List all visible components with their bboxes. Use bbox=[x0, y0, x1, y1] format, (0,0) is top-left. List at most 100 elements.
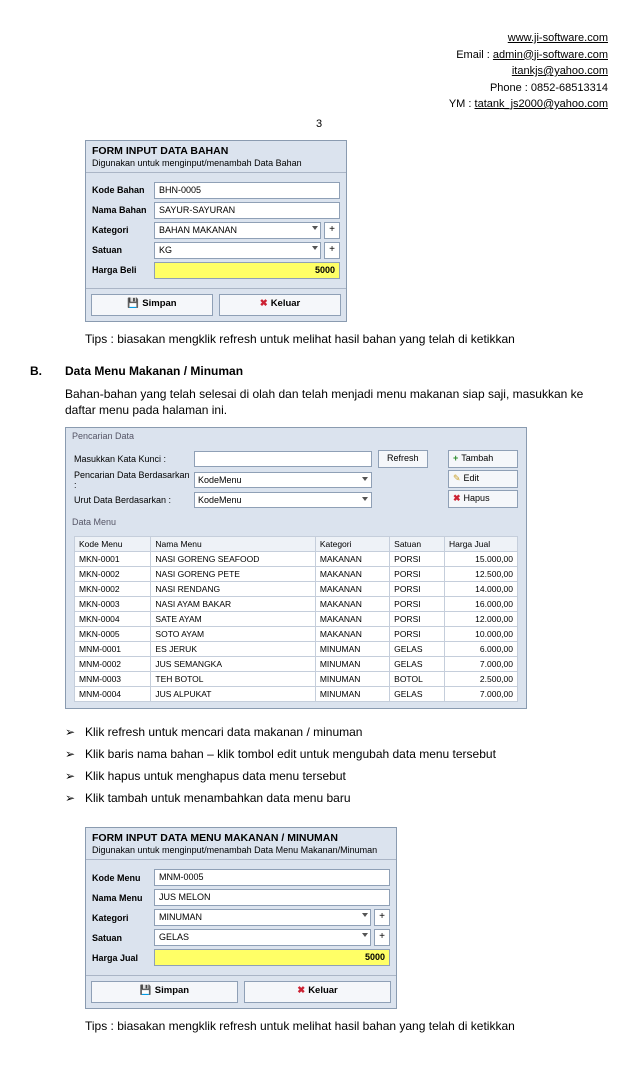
table-cell: MKN-0001 bbox=[75, 552, 151, 567]
simpan-button[interactable]: 💾Simpan bbox=[91, 294, 213, 316]
table-cell: PORSI bbox=[390, 582, 445, 597]
kategori-select[interactable]: BAHAN MAKANAN bbox=[154, 222, 321, 239]
tambah-button[interactable]: +Tambah bbox=[448, 450, 518, 468]
table-row[interactable]: MNM-0002JUS SEMANGKAMINUMANGELAS7.000,00 bbox=[75, 657, 518, 672]
table-cell: NASI GORENG SEAFOOD bbox=[151, 552, 315, 567]
nama-bahan-label: Nama Bahan bbox=[92, 205, 154, 215]
table-cell: NASI RENDANG bbox=[151, 582, 315, 597]
table-row[interactable]: MNM-0004JUS ALPUKATMINUMANGELAS7.000,00 bbox=[75, 687, 518, 702]
list-item: Klik hapus untuk menghapus data menu ter… bbox=[65, 765, 608, 787]
table-cell: MNM-0004 bbox=[75, 687, 151, 702]
table-cell: PORSI bbox=[390, 612, 445, 627]
form1-title: FORM INPUT DATA BAHAN bbox=[86, 141, 346, 158]
table-cell: PORSI bbox=[390, 552, 445, 567]
table-cell: 15.000,00 bbox=[445, 552, 518, 567]
table-cell: NASI GORENG PETE bbox=[151, 567, 315, 582]
data-menu-panel: Pencarian Data Masukkan Kata Kunci : Refr… bbox=[65, 427, 527, 709]
satuan-select[interactable]: KG bbox=[154, 242, 321, 259]
pencarian-section-label: Pencarian Data bbox=[66, 428, 526, 444]
kode-menu-input[interactable]: MNM-0005 bbox=[154, 869, 390, 886]
berdasarkan-select[interactable]: KodeMenu bbox=[194, 472, 372, 488]
nama-menu-input[interactable]: JUS MELON bbox=[154, 889, 390, 906]
table-cell: BOTOL bbox=[390, 672, 445, 687]
kategori2-select[interactable]: MINUMAN bbox=[154, 909, 371, 926]
ym-label: YM : bbox=[449, 98, 475, 110]
table-cell: MNM-0001 bbox=[75, 642, 151, 657]
simpan2-button[interactable]: 💾Simpan bbox=[91, 981, 238, 1003]
berdasarkan-label: Pencarian Data Berdasarkan : bbox=[74, 470, 194, 490]
satuan2-select[interactable]: GELAS bbox=[154, 929, 371, 946]
ym-link[interactable]: tatank_js2000@yahoo.com bbox=[475, 98, 608, 110]
keluar2-button[interactable]: ✖Keluar bbox=[244, 981, 391, 1003]
site-link[interactable]: www.ji-software.com bbox=[508, 32, 608, 44]
kode-menu-label: Kode Menu bbox=[92, 873, 154, 883]
refresh-button[interactable]: Refresh bbox=[378, 450, 428, 468]
satuan-add-button[interactable]: + bbox=[324, 242, 340, 259]
table-row[interactable]: MKN-0002NASI RENDANGMAKANANPORSI14.000,0… bbox=[75, 582, 518, 597]
table-row[interactable]: MKN-0005SOTO AYAMMAKANANPORSI10.000,00 bbox=[75, 627, 518, 642]
table-row[interactable]: MKN-0001NASI GORENG SEAFOODMAKANANPORSI1… bbox=[75, 552, 518, 567]
tips-1: Tips : biasakan mengklik refresh untuk m… bbox=[85, 332, 608, 346]
close-icon: ✖ bbox=[297, 985, 305, 996]
kategori-add-button[interactable]: + bbox=[324, 222, 340, 239]
harga-jual-input[interactable]: 5000 bbox=[154, 949, 390, 966]
urut-select[interactable]: KodeMenu bbox=[194, 492, 372, 508]
hapus-button[interactable]: ✖Hapus bbox=[448, 490, 518, 508]
table-cell: GELAS bbox=[390, 687, 445, 702]
form2-subtitle: Digunakan untuk menginput/menambah Data … bbox=[86, 845, 396, 860]
table-cell: ES JERUK bbox=[151, 642, 315, 657]
plus-icon: + bbox=[453, 453, 458, 463]
table-cell: 2.500,00 bbox=[445, 672, 518, 687]
kode-bahan-input[interactable]: BHN-0005 bbox=[154, 182, 340, 199]
list-item: Klik tambah untuk menambahkan data menu … bbox=[65, 787, 608, 809]
email-link[interactable]: admin@ji-software.com bbox=[493, 49, 608, 61]
table-cell: MAKANAN bbox=[315, 597, 389, 612]
keluar-button[interactable]: ✖Keluar bbox=[219, 294, 341, 316]
table-row[interactable]: MNM-0001ES JERUKMINUMANGELAS6.000,00 bbox=[75, 642, 518, 657]
email-label: Email : bbox=[456, 49, 493, 61]
harga-jual-label: Harga Jual bbox=[92, 953, 154, 963]
instruction-list: Klik refresh untuk mencari data makanan … bbox=[65, 721, 608, 809]
table-cell: JUS ALPUKAT bbox=[151, 687, 315, 702]
document-header: www.ji-software.com Email : admin@ji-sof… bbox=[30, 30, 608, 113]
table-cell: MINUMAN bbox=[315, 672, 389, 687]
table-header: Harga Jual bbox=[445, 537, 518, 552]
nama-bahan-input[interactable]: SAYUR-SAYURAN bbox=[154, 202, 340, 219]
table-cell: 16.000,00 bbox=[445, 597, 518, 612]
table-cell: 6.000,00 bbox=[445, 642, 518, 657]
pencil-icon: ✎ bbox=[453, 473, 461, 483]
kode-bahan-label: Kode Bahan bbox=[92, 185, 154, 195]
phone-text: Phone : 0852-68513314 bbox=[490, 82, 608, 94]
table-row[interactable]: MNM-0003TEH BOTOLMINUMANBOTOL2.500,00 bbox=[75, 672, 518, 687]
harga-beli-label: Harga Beli bbox=[92, 265, 154, 275]
kata-kunci-label: Masukkan Kata Kunci : bbox=[74, 454, 194, 464]
satuan2-add-button[interactable]: + bbox=[374, 929, 390, 946]
table-row[interactable]: MKN-0002NASI GORENG PETEMAKANANPORSI12.5… bbox=[75, 567, 518, 582]
table-cell: GELAS bbox=[390, 657, 445, 672]
email2-link[interactable]: itankjs@yahoo.com bbox=[512, 65, 608, 77]
form-input-data-menu: FORM INPUT DATA MENU MAKANAN / MINUMAN D… bbox=[85, 827, 397, 1009]
kata-kunci-input[interactable] bbox=[194, 451, 372, 467]
kategori2-add-button[interactable]: + bbox=[374, 909, 390, 926]
edit-button[interactable]: ✎Edit bbox=[448, 470, 518, 488]
table-header: Satuan bbox=[390, 537, 445, 552]
harga-beli-input[interactable]: 5000 bbox=[154, 262, 340, 279]
table-header: Kategori bbox=[315, 537, 389, 552]
table-cell: MKN-0005 bbox=[75, 627, 151, 642]
table-cell: TEH BOTOL bbox=[151, 672, 315, 687]
section-b-title: Data Menu Makanan / Minuman bbox=[65, 364, 608, 378]
table-row[interactable]: MKN-0003NASI AYAM BAKARMAKANANPORSI16.00… bbox=[75, 597, 518, 612]
table-cell: NASI AYAM BAKAR bbox=[151, 597, 315, 612]
table-cell: MNM-0002 bbox=[75, 657, 151, 672]
table-row[interactable]: MKN-0004SATE AYAMMAKANANPORSI12.000,00 bbox=[75, 612, 518, 627]
table-cell: MINUMAN bbox=[315, 657, 389, 672]
table-cell: 7.000,00 bbox=[445, 657, 518, 672]
data-menu-section-label: Data Menu bbox=[66, 514, 526, 530]
table-cell: SATE AYAM bbox=[151, 612, 315, 627]
table-cell: MAKANAN bbox=[315, 627, 389, 642]
table-cell: MAKANAN bbox=[315, 582, 389, 597]
kategori2-label: Kategori bbox=[92, 913, 154, 923]
close-icon: ✖ bbox=[260, 298, 268, 309]
page-number: 3 bbox=[30, 118, 608, 130]
table-cell: MAKANAN bbox=[315, 552, 389, 567]
